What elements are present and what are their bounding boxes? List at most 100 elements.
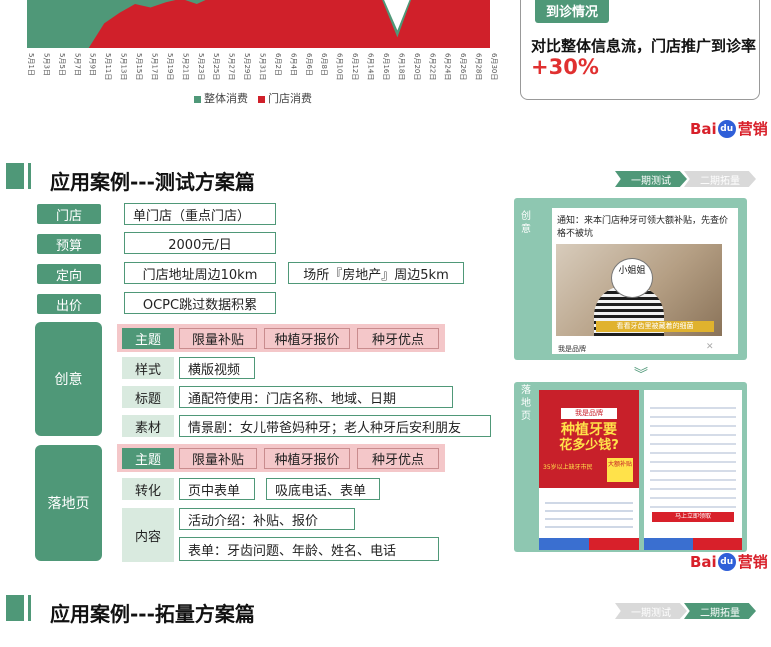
section-marker-line-2 <box>28 595 31 621</box>
label-landing-page: 落地页 <box>35 445 102 561</box>
visit-rate-callout: 到诊情况 对比整体信息流，门店推广到诊率 +30% <box>520 0 760 100</box>
x-tick-label: 5月23日 <box>197 53 205 80</box>
x-tick-label: 5月25日 <box>212 53 220 80</box>
baidu-marketing-logo-2: Bai du 营销 <box>690 552 768 571</box>
step-phase2: 二期拓量 <box>684 171 756 187</box>
lp-form-button-2[interactable] <box>693 538 742 550</box>
callout-percent: +30% <box>531 55 599 79</box>
x-tick-label: 6月24日 <box>444 53 452 80</box>
baidu-marketing-logo: Bai du 营销 <box>690 119 768 138</box>
creative-preview-panel: 创意 通知：来本门店种牙可领大额补贴，先查价格不被坑 小姐姐 看看牙齿里被藏着的… <box>514 198 747 360</box>
lp-headline-1: 种植牙要 <box>561 422 617 438</box>
lp-submit-button[interactable]: 马上立即领取 <box>652 512 734 522</box>
landing-convert-value-2: 吸底电话、表单 <box>266 478 380 500</box>
chevron-down-icon: ︾ <box>634 367 648 383</box>
section-marker-2 <box>6 595 24 621</box>
callout-badge: 到诊情况 <box>535 0 609 23</box>
x-tick-label: 5月9日 <box>89 53 97 76</box>
x-tick-label: 6月26日 <box>459 53 467 80</box>
x-tick-label: 6月20日 <box>413 53 421 80</box>
bid-value: OCPC跳过数据积累 <box>124 292 276 314</box>
x-tick-label: 5月29日 <box>243 53 251 80</box>
creative-material-value: 情景剧：女儿带爸妈种牙；老人种牙后安利朋友 <box>179 415 491 437</box>
x-tick-label: 5月3日 <box>42 53 50 76</box>
x-tick-label: 5月31日 <box>259 53 267 80</box>
x-tick-label: 5月27日 <box>228 53 236 80</box>
x-tick-label: 5月17日 <box>150 53 158 80</box>
x-tick-label: 6月8日 <box>320 53 328 76</box>
lp-call-button[interactable] <box>539 538 589 550</box>
landing-page-screen-1: 我是品牌 种植牙要 花多少钱? 35岁以上缺牙市民 大额补贴 <box>539 390 639 550</box>
creative-theme-1: 限量补贴 <box>179 328 257 349</box>
x-tick-label: 6月30日 <box>490 53 498 80</box>
x-tick-label: 6月10日 <box>336 53 344 80</box>
landing-content-value-1: 活动介绍：补贴、报价 <box>179 508 355 530</box>
creative-style-value: 横版视频 <box>179 357 255 379</box>
step2-phase1: 一期测试 <box>615 603 687 619</box>
chart-legend: 整体消费 门店消费 <box>194 90 312 106</box>
lp-badge: 大额补贴 <box>607 458 633 482</box>
lp-headline-2: 花多少钱? <box>559 438 619 453</box>
section-title-test: 应用案例---测试方案篇 <box>50 170 255 194</box>
video-caption: 看看牙齿里被藏着的细菌 <box>596 321 714 332</box>
x-tick-label: 6月6日 <box>305 53 313 76</box>
x-tick-label: 5月5日 <box>58 53 66 76</box>
x-tick-label: 5月7日 <box>73 53 81 76</box>
legend-item-store: 门店消费 <box>258 90 312 106</box>
label-targeting: 定向 <box>37 264 101 284</box>
creative-tag: 创意 <box>521 211 531 235</box>
label-store: 门店 <box>37 204 101 224</box>
x-tick-label: 5月1日 <box>27 53 35 76</box>
landing-tag: 落地页 <box>521 385 531 422</box>
x-tick-label: 6月12日 <box>351 53 359 80</box>
close-icon[interactable]: ✕ <box>706 342 714 352</box>
lp-call-button-2[interactable] <box>644 538 693 550</box>
x-tick-label: 6月2日 <box>274 53 282 76</box>
x-tick-label: 5月13日 <box>120 53 128 80</box>
landing-theme-3: 种牙优点 <box>357 448 439 469</box>
creative-title-value: 通配符使用：门店名称、地域、日期 <box>179 386 453 408</box>
targeting-value-2: 场所『房地产』周边5km <box>288 262 464 284</box>
x-tick-label: 5月19日 <box>166 53 174 80</box>
x-tick-label: 6月28日 <box>475 53 483 80</box>
x-tick-label: 6月18日 <box>397 53 405 80</box>
section-title-expand: 应用案例---拓量方案篇 <box>50 602 255 626</box>
creative-theme-label: 主题 <box>122 328 174 349</box>
landing-theme-1: 限量补贴 <box>179 448 257 469</box>
x-tick-label: 5月11日 <box>104 53 112 80</box>
landing-theme-label: 主题 <box>122 448 174 469</box>
targeting-value-1: 门店地址周边10km <box>124 262 276 284</box>
landing-convert-label: 转化 <box>122 478 174 500</box>
creative-card: 通知：来本门店种牙可领大额补贴，先查价格不被坑 小姐姐 看看牙齿里被藏着的细菌 … <box>552 208 738 354</box>
legend-item-overall: 整体消费 <box>194 90 248 106</box>
label-creative: 创意 <box>35 322 102 436</box>
landing-theme-2: 种植牙报价 <box>264 448 350 469</box>
landing-convert-value-1: 页中表单 <box>179 478 255 500</box>
lp-brand: 我是品牌 <box>561 408 617 419</box>
x-tick-label: 6月4日 <box>289 53 297 76</box>
landing-page-screen-2: 马上立即领取 <box>644 390 742 550</box>
ad-brand: 我是品牌 <box>558 345 586 353</box>
callout-text: 对比整体信息流，门店推广到诊率 <box>531 37 757 55</box>
x-tick-label: 6月16日 <box>382 53 390 80</box>
step-phase1: 一期测试 <box>615 171 687 187</box>
budget-value: 2000元/日 <box>124 232 276 254</box>
creative-theme-2: 种植牙报价 <box>264 328 350 349</box>
landing-preview-panel: 落地页 我是品牌 种植牙要 花多少钱? 35岁以上缺牙市民 大额补贴 马上立即领… <box>514 382 747 552</box>
x-tick-label: 6月14日 <box>367 53 375 80</box>
x-tick-label: 5月15日 <box>135 53 143 80</box>
section-marker-line <box>28 163 31 189</box>
creative-title-label: 标题 <box>122 386 174 408</box>
speech-bubble: 小姐姐 <box>611 258 653 298</box>
x-tick-label: 5月21日 <box>181 53 189 80</box>
lp-form-button[interactable] <box>589 538 639 550</box>
x-tick-label: 6月22日 <box>428 53 436 80</box>
creative-material-label: 素材 <box>122 415 174 437</box>
label-budget: 预算 <box>37 234 101 254</box>
ad-text: 通知：来本门店种牙可领大额补贴，先查价格不被坑 <box>557 216 729 239</box>
lp-sub: 35岁以上缺牙市民 <box>543 464 593 471</box>
landing-content-value-2: 表单：牙齿问题、年龄、姓名、电话 <box>179 537 439 561</box>
creative-theme-3: 种牙优点 <box>357 328 439 349</box>
step2-phase2: 二期拓量 <box>684 603 756 619</box>
store-value: 单门店（重点门店） <box>124 203 276 225</box>
